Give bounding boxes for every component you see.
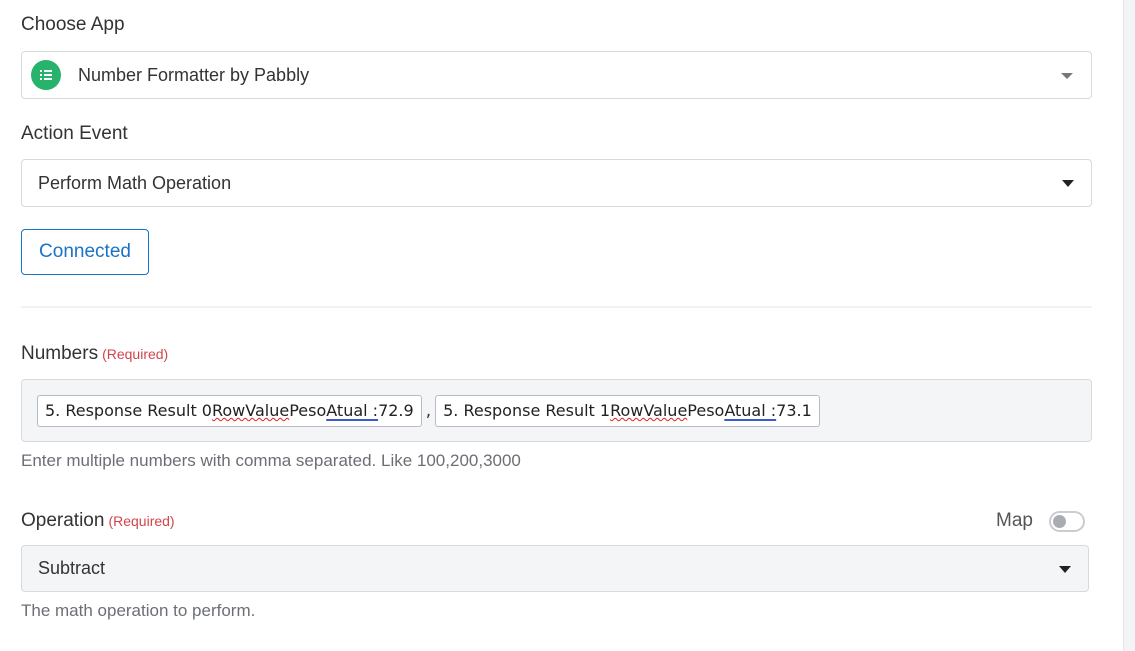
operation-label-text: Operation <box>21 510 105 531</box>
chip-text: RowValue <box>211 401 290 420</box>
chevron-down-icon <box>1059 566 1071 573</box>
choose-app-select[interactable]: Number Formatter by Pabbly <box>21 51 1092 99</box>
operation-select[interactable]: Subtract <box>21 545 1089 592</box>
chip-text: RowValue <box>610 401 688 420</box>
toggle-knob <box>1053 515 1066 528</box>
operation-help-text: The math operation to perform. <box>21 601 256 620</box>
chip-value: 73.1 <box>776 401 812 420</box>
required-badge: (Required) <box>108 513 175 529</box>
choose-app-value: Number Formatter by Pabbly <box>78 64 310 85</box>
chip-text: 5. Response Result 1 <box>443 401 611 420</box>
action-event-select[interactable]: Perform Math Operation <box>21 159 1092 207</box>
map-toggle[interactable] <box>1049 511 1085 532</box>
action-event-label: Action Event <box>21 123 128 144</box>
chip-text: Atual : <box>326 401 379 420</box>
connected-button[interactable]: Connected <box>21 229 149 275</box>
chip-text: Peso <box>289 401 327 420</box>
action-event-value: Perform Math Operation <box>38 172 232 193</box>
chip-value: 72.9 <box>378 401 414 420</box>
choose-app-label: Choose App <box>21 14 125 35</box>
operation-label: Operation (Required) <box>21 510 175 532</box>
map-label: Map <box>996 510 1033 531</box>
numbers-label-text: Numbers <box>21 343 99 364</box>
chip-text: Peso <box>687 401 725 420</box>
operation-value: Subtract <box>38 558 106 578</box>
chevron-down-icon <box>1062 180 1074 187</box>
list-icon <box>31 60 61 90</box>
numbers-input[interactable]: 5. Response Result 0 RowValue Peso Atual… <box>21 379 1092 442</box>
numbers-label: Numbers (Required) <box>21 343 168 365</box>
chevron-down-icon <box>1061 73 1073 79</box>
chip-text: 5. Response Result 0 <box>45 401 212 420</box>
number-chip[interactable]: 5. Response Result 1 RowValue Peso Atual… <box>435 394 820 427</box>
chip-text: Atual : <box>724 401 777 420</box>
numbers-help-text: Enter multiple numbers with comma separa… <box>21 451 521 470</box>
number-chip[interactable]: 5. Response Result 0 RowValue Peso Atual… <box>37 394 422 427</box>
right-panel-edge <box>1123 0 1135 651</box>
chip-separator: , <box>425 400 432 421</box>
required-badge: (Required) <box>102 346 169 362</box>
section-divider <box>21 306 1092 308</box>
